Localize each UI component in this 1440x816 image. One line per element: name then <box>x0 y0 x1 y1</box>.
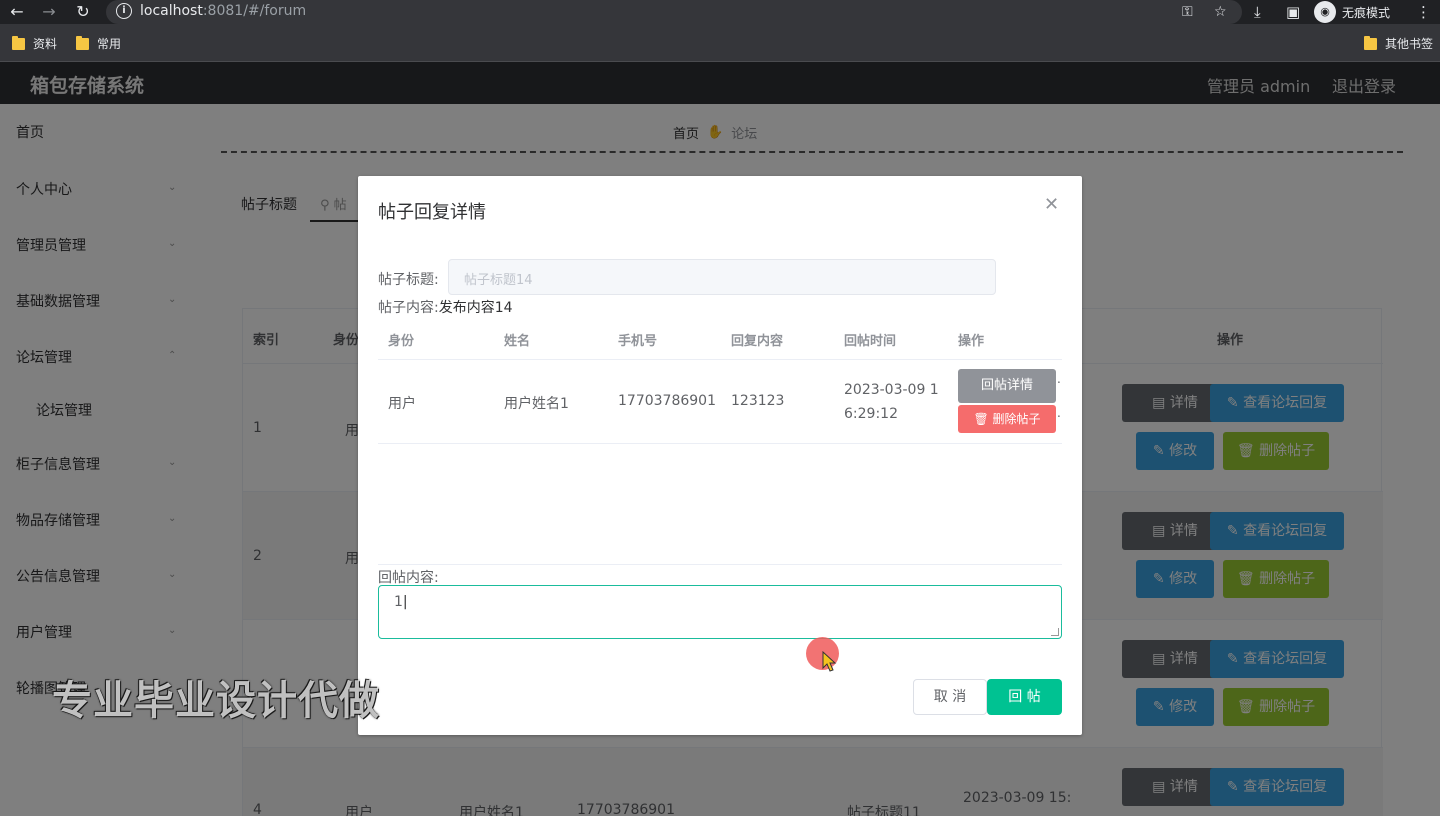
address-bar[interactable]: i localhost:8081/#/forum ⚿ ☆ <box>106 0 1242 24</box>
reply-content: 123123 <box>731 393 785 409</box>
reply-identity: 用户 <box>388 396 416 412</box>
reply-detail-dialog: 帖子回复详情 ✕ 帖子标题: 帖子标题14 帖子内容:发布内容14 身份 姓名 … <box>358 176 1082 735</box>
reply-detail-button[interactable]: 回帖详情 <box>958 369 1056 403</box>
more-menu-icon[interactable]: ⋮ <box>1416 1 1431 23</box>
column-header-phone: 手机号 <box>618 334 658 349</box>
submit-reply-button[interactable]: 回 帖 <box>987 679 1062 715</box>
key-icon[interactable]: ⚿ <box>1182 1 1193 23</box>
sidepanel-icon[interactable]: ▣ <box>1286 1 1300 23</box>
back-icon[interactable]: ← <box>6 1 28 23</box>
incognito-icon: ◉ <box>1314 1 1336 23</box>
bookmarks-bar: 资料 常用 其他书签 <box>0 24 1440 62</box>
post-title-label: 帖子标题: <box>378 272 439 288</box>
watermark: 专业毕业设计代做 <box>52 678 380 724</box>
column-header-identity: 身份 <box>388 334 415 349</box>
overflow-ellipsis: . <box>1057 406 1061 420</box>
post-content: 帖子内容:发布内容14 <box>378 300 513 316</box>
folder-icon <box>12 35 25 50</box>
trash-icon: 🗑 <box>973 412 989 426</box>
bookmark-folder[interactable]: 常用 <box>76 35 121 52</box>
reply-content-textarea[interactable]: 1| <box>378 585 1062 639</box>
reply-content-label: 回帖内容: <box>378 570 439 586</box>
delete-reply-button[interactable]: 🗑 删除帖子 <box>958 405 1056 433</box>
folder-icon <box>1364 35 1377 50</box>
site-info-icon[interactable]: i <box>116 3 132 19</box>
browser-toolbar: ← → ↻ i localhost:8081/#/forum ⚿ ☆ ⤓ ▣ ◉… <box>0 0 1440 24</box>
cancel-button[interactable]: 取 消 <box>913 679 987 715</box>
table-bottom-border <box>378 564 1062 565</box>
post-title-field: 帖子标题14 <box>448 259 996 295</box>
resize-handle[interactable] <box>1051 628 1059 636</box>
reload-icon[interactable]: ↻ <box>72 1 94 23</box>
url-text: localhost:8081/#/forum <box>140 3 307 19</box>
reply-phone: 17703786901 <box>618 393 716 409</box>
column-header-operation: 操作 <box>958 334 985 349</box>
mouse-pointer-icon <box>822 651 837 672</box>
folder-icon <box>76 35 89 50</box>
star-icon[interactable]: ☆ <box>1214 1 1227 23</box>
column-header-content: 回复内容 <box>731 334 784 349</box>
dialog-title: 帖子回复详情 <box>378 202 486 223</box>
reply-row: 用户 用户姓名1 17703786901 123123 2023-03-09 1… <box>378 360 1062 444</box>
reply-name: 用户姓名1 <box>504 396 569 412</box>
download-icon[interactable]: ⤓ <box>1254 1 1261 23</box>
close-icon[interactable]: ✕ <box>1044 194 1059 215</box>
reply-time: 2023-03-09 16:29:12 <box>844 382 939 422</box>
forward-icon[interactable]: → <box>38 1 60 23</box>
bookmark-folder[interactable]: 资料 <box>12 35 57 52</box>
other-bookmarks[interactable]: 其他书签 <box>1364 35 1433 52</box>
reply-table-header: 身份 姓名 手机号 回复内容 回帖时间 操作 <box>378 318 1062 360</box>
overflow-ellipsis: . <box>1057 372 1061 386</box>
column-header-name: 姓名 <box>504 334 531 349</box>
incognito-indicator[interactable]: ◉ 无痕模式 <box>1314 1 1390 23</box>
column-header-time: 回帖时间 <box>844 334 897 349</box>
